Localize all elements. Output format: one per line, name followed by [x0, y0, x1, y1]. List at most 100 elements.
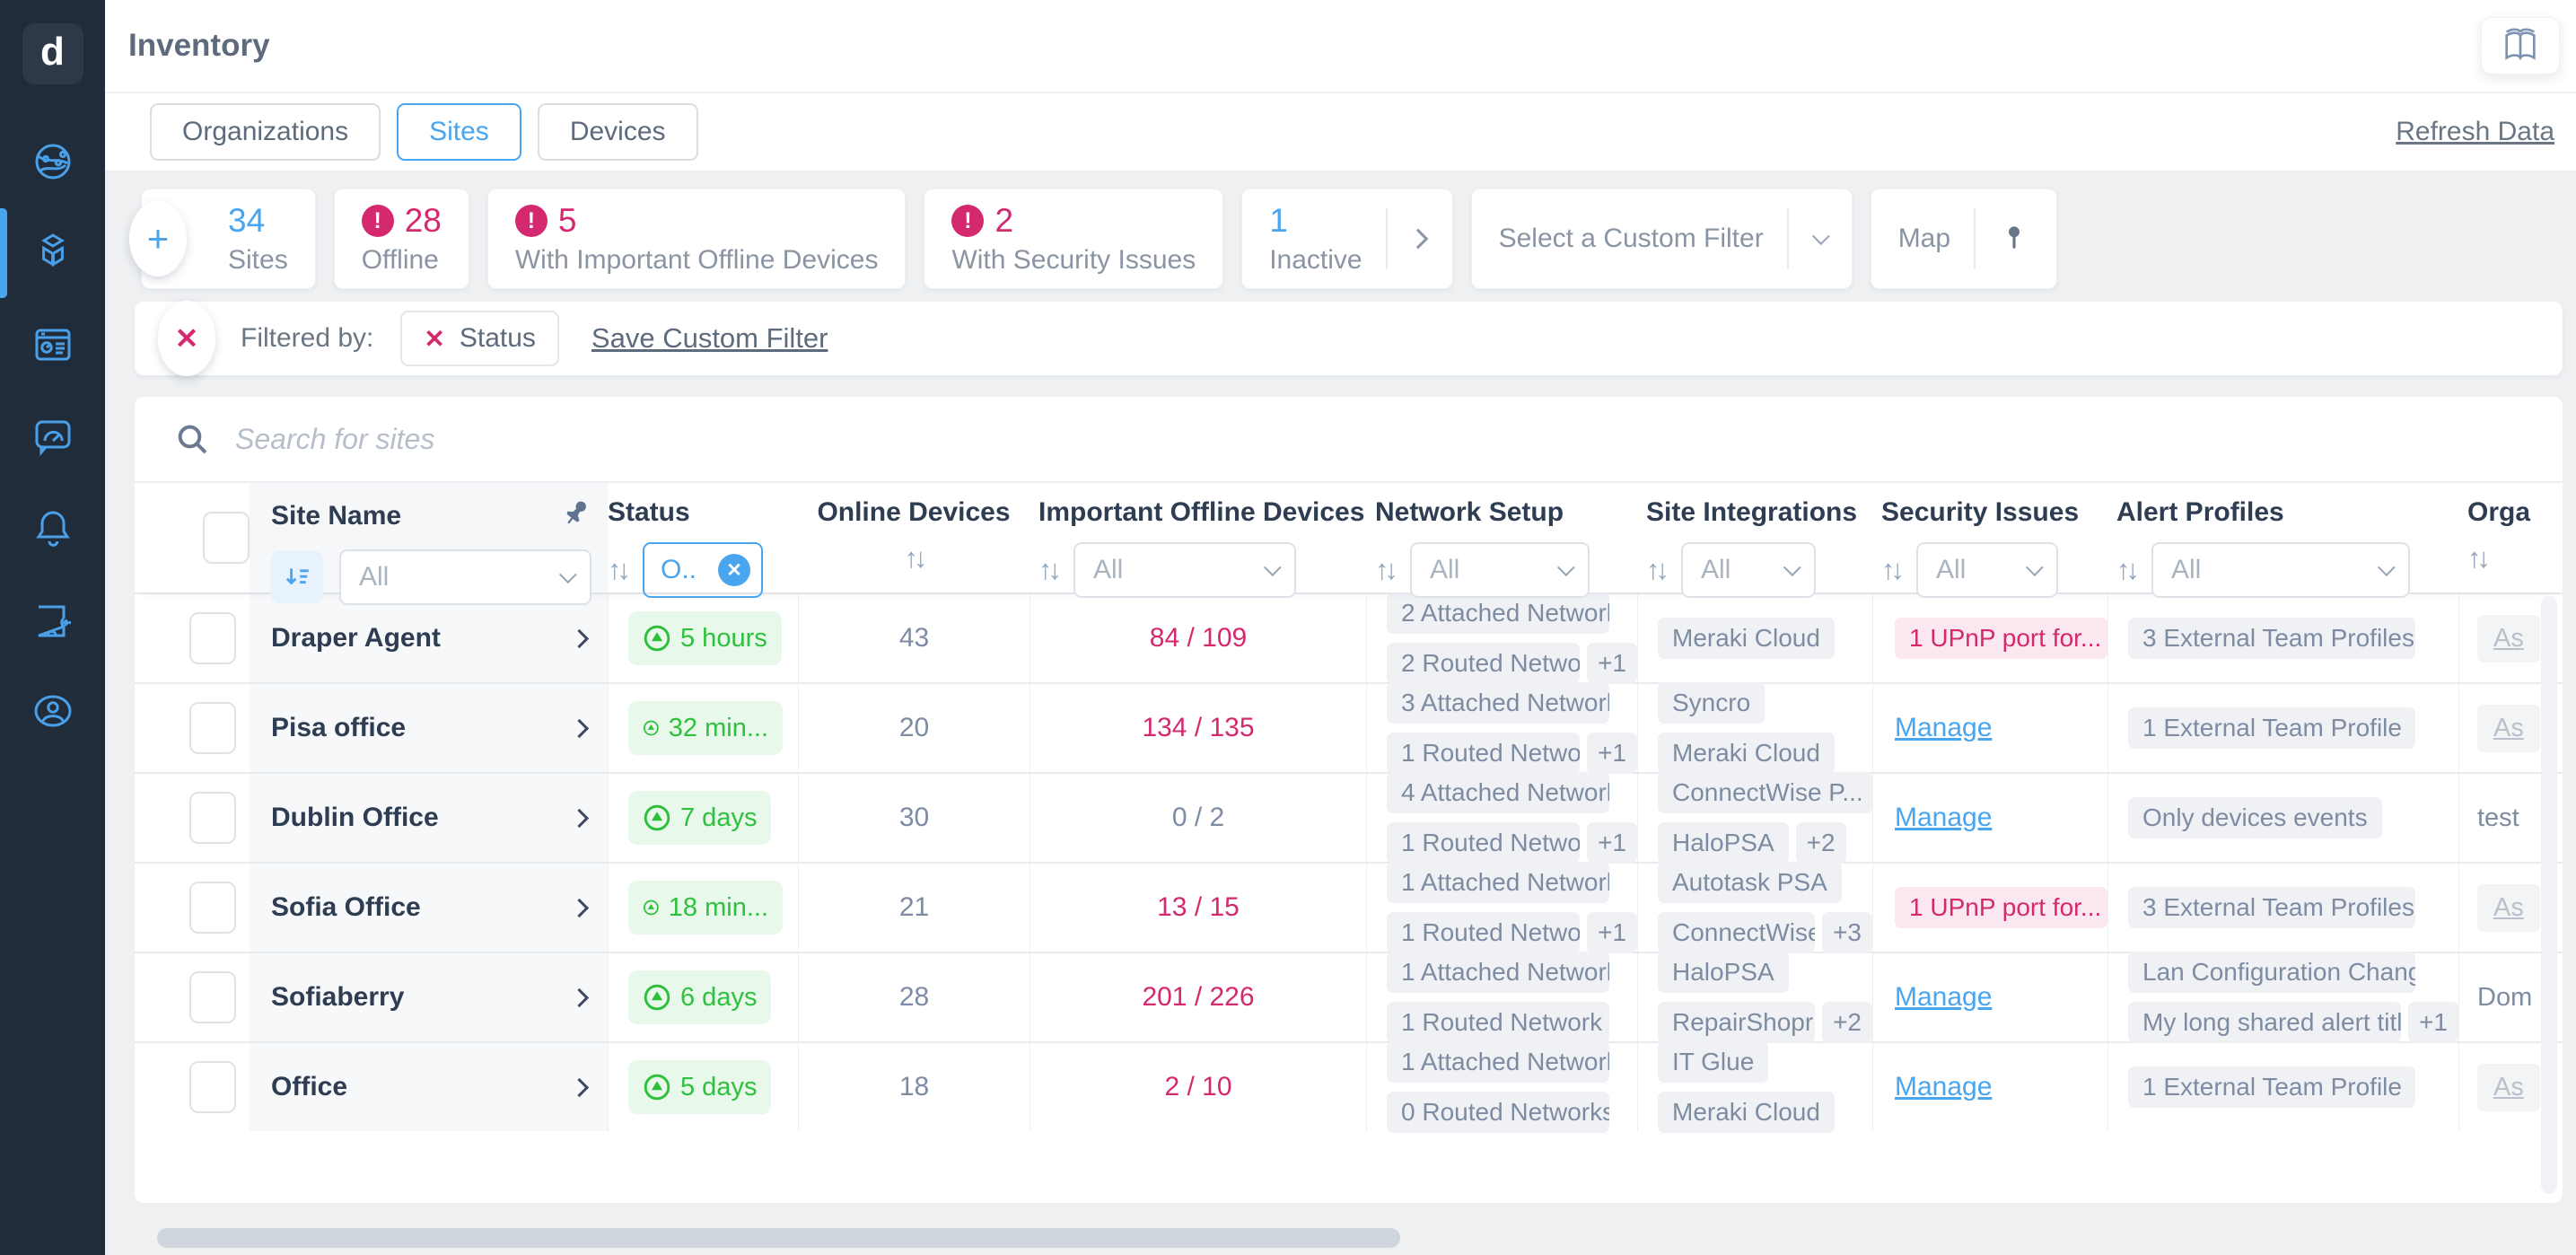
status-filter-chip[interactable]: ✕ Status	[400, 311, 559, 366]
row-checkbox[interactable]	[189, 612, 236, 664]
row-checkbox[interactable]	[189, 792, 236, 844]
tab-devices[interactable]: Devices	[538, 103, 698, 161]
site-name: Draper Agent	[271, 623, 441, 654]
documentation-button[interactable]	[2481, 17, 2560, 75]
app-logo[interactable]: d	[22, 23, 83, 84]
network-tag: Only devices events	[2128, 797, 2382, 838]
tab-sites[interactable]: Sites	[397, 103, 521, 161]
alerts-sort-button[interactable]: ↑↓	[2116, 554, 2135, 586]
status-badge: 5 days	[628, 1060, 771, 1114]
row-expand-chevron-icon[interactable]	[570, 718, 589, 737]
site-name-cell[interactable]: Sofiaberry	[250, 953, 608, 1041]
summary-cards-row: + 34 Sites !28 Offline !5 With Important…	[141, 189, 2563, 289]
alert-profiles-cell: Lan Configuration Change O...My long sha…	[2107, 953, 2458, 1041]
row-expand-chevron-icon[interactable]	[570, 987, 589, 1006]
card-important-offline[interactable]: !5 With Important Offline Devices	[487, 189, 907, 289]
manage-security-link[interactable]: Manage	[1895, 982, 1992, 1013]
save-custom-filter-link[interactable]: Save Custom Filter	[591, 322, 828, 355]
site-name-cell[interactable]: Dublin Office	[250, 774, 608, 862]
row-expand-chevron-icon[interactable]	[570, 628, 589, 647]
network-tag: 3 Attached Networks	[1387, 682, 1609, 724]
sidebar-nav	[0, 140, 105, 733]
manage-security-link[interactable]: Manage	[1895, 713, 1992, 743]
org-assign-link[interactable]: As	[2477, 1064, 2540, 1111]
org-assign-link[interactable]: As	[2477, 615, 2540, 663]
org-assign-link[interactable]: As	[2477, 705, 2540, 752]
pin-column-icon[interactable]	[561, 497, 591, 535]
online-sort-button[interactable]: ↑↓	[905, 542, 924, 575]
row-checkbox[interactable]	[189, 702, 236, 754]
search-input[interactable]	[235, 423, 2523, 456]
manage-security-link[interactable]: Manage	[1895, 803, 1992, 833]
horizontal-scrollbar[interactable]	[157, 1228, 1400, 1248]
site-name-filter-dropdown[interactable]: All	[339, 549, 591, 605]
security-issues-cell: Manage	[1872, 953, 2107, 1041]
plus-count-tag: +3	[1822, 912, 1872, 953]
sidebar-item-inventory[interactable]	[0, 232, 105, 275]
status-sort-button[interactable]: ↑↓	[608, 554, 626, 586]
row-expand-chevron-icon[interactable]	[570, 898, 589, 917]
sidebar-item-account[interactable]	[0, 689, 105, 733]
select-all-checkbox[interactable]	[203, 512, 250, 564]
network-filter-dropdown[interactable]: All	[1410, 542, 1590, 598]
page-title: Inventory	[128, 28, 270, 64]
card-sites[interactable]: + 34 Sites	[141, 189, 316, 289]
network-sort-button[interactable]: ↑↓	[1375, 554, 1394, 586]
row-checkbox[interactable]	[189, 882, 236, 934]
add-site-button[interactable]: +	[129, 201, 187, 276]
status-filter-applied[interactable]: O.. ✕	[643, 542, 763, 598]
offline-filter-dropdown[interactable]: All	[1073, 542, 1296, 598]
alert-profiles-cell: 1 External Team Profile	[2107, 684, 2458, 772]
security-filter-dropdown[interactable]: All	[1916, 542, 2058, 598]
manage-security-link[interactable]: Manage	[1895, 1072, 1992, 1102]
site-name-sort-button[interactable]	[271, 551, 323, 603]
more-cards-chevron-icon[interactable]	[1407, 229, 1428, 250]
security-issues-cell: Manage	[1872, 684, 2107, 772]
status-up-icon	[643, 1073, 671, 1101]
card-security-issues[interactable]: !2 With Security Issues	[924, 189, 1223, 289]
security-sort-button[interactable]: ↑↓	[1881, 554, 1900, 586]
network-tag: ConnectWise P...	[1658, 772, 1872, 813]
integrations-filter-dropdown[interactable]: All	[1681, 542, 1816, 598]
org-sort-button[interactable]: ↑↓	[2467, 542, 2486, 575]
row-checkbox[interactable]	[189, 1061, 236, 1113]
alerts-filter-dropdown[interactable]: All	[2151, 542, 2410, 598]
row-expand-chevron-icon[interactable]	[570, 1077, 589, 1096]
site-name-cell[interactable]: Pisa office	[250, 684, 608, 772]
sidebar-item-alerts[interactable]	[0, 506, 105, 549]
card-offline[interactable]: !28 Offline	[334, 189, 469, 289]
card-inactive[interactable]: 1 Inactive	[1241, 189, 1452, 289]
clear-filters-button[interactable]: ✕	[158, 301, 215, 376]
status-cell: 18 min...	[608, 864, 798, 952]
tab-organizations[interactable]: Organizations	[150, 103, 381, 161]
remove-filter-icon[interactable]: ✕	[424, 324, 444, 354]
offline-sort-button[interactable]: ↑↓	[1038, 554, 1057, 586]
site-name-cell[interactable]: Draper Agent	[250, 594, 608, 682]
integrations-sort-button[interactable]: ↑↓	[1646, 554, 1665, 586]
org-assign-link[interactable]: As	[2477, 884, 2540, 932]
row-checkbox[interactable]	[189, 971, 236, 1023]
online-devices-cell: 28	[798, 953, 1030, 1041]
network-setup-cell: 3 Attached Networks1 Routed Network+1	[1366, 684, 1637, 772]
refresh-data-link[interactable]: Refresh Data	[2396, 117, 2554, 147]
custom-filter-select[interactable]: Select a Custom Filter	[1471, 189, 1853, 289]
sidebar-item-reports[interactable]	[0, 323, 105, 366]
sidebar-item-dashboard[interactable]	[0, 415, 105, 458]
network-setup-cell: 1 Attached Network1 Routed Network+1	[1366, 864, 1637, 952]
alert-icon: !	[951, 205, 984, 237]
sidebar-item-network[interactable]	[0, 140, 105, 183]
table-row: Sofia Office18 min...2113 / 151 Attached…	[135, 862, 2563, 952]
network-tag: Syncro	[1658, 682, 1765, 724]
clear-status-filter-icon[interactable]: ✕	[718, 554, 750, 586]
vertical-scrollbar[interactable]	[2541, 596, 2557, 1194]
network-tag: 1 Attached Network	[1387, 862, 1609, 903]
site-name-cell[interactable]: Sofia Office	[250, 864, 608, 952]
sidebar-item-integrations[interactable]	[0, 598, 105, 641]
row-expand-chevron-icon[interactable]	[570, 808, 589, 827]
report-icon	[31, 323, 74, 366]
map-button[interactable]: Map	[1871, 189, 2057, 289]
cubes-icon	[31, 232, 74, 275]
online-devices-cell: 30	[798, 774, 1030, 862]
site-name-cell[interactable]: Office	[250, 1043, 608, 1131]
alert-icon: !	[362, 205, 394, 237]
